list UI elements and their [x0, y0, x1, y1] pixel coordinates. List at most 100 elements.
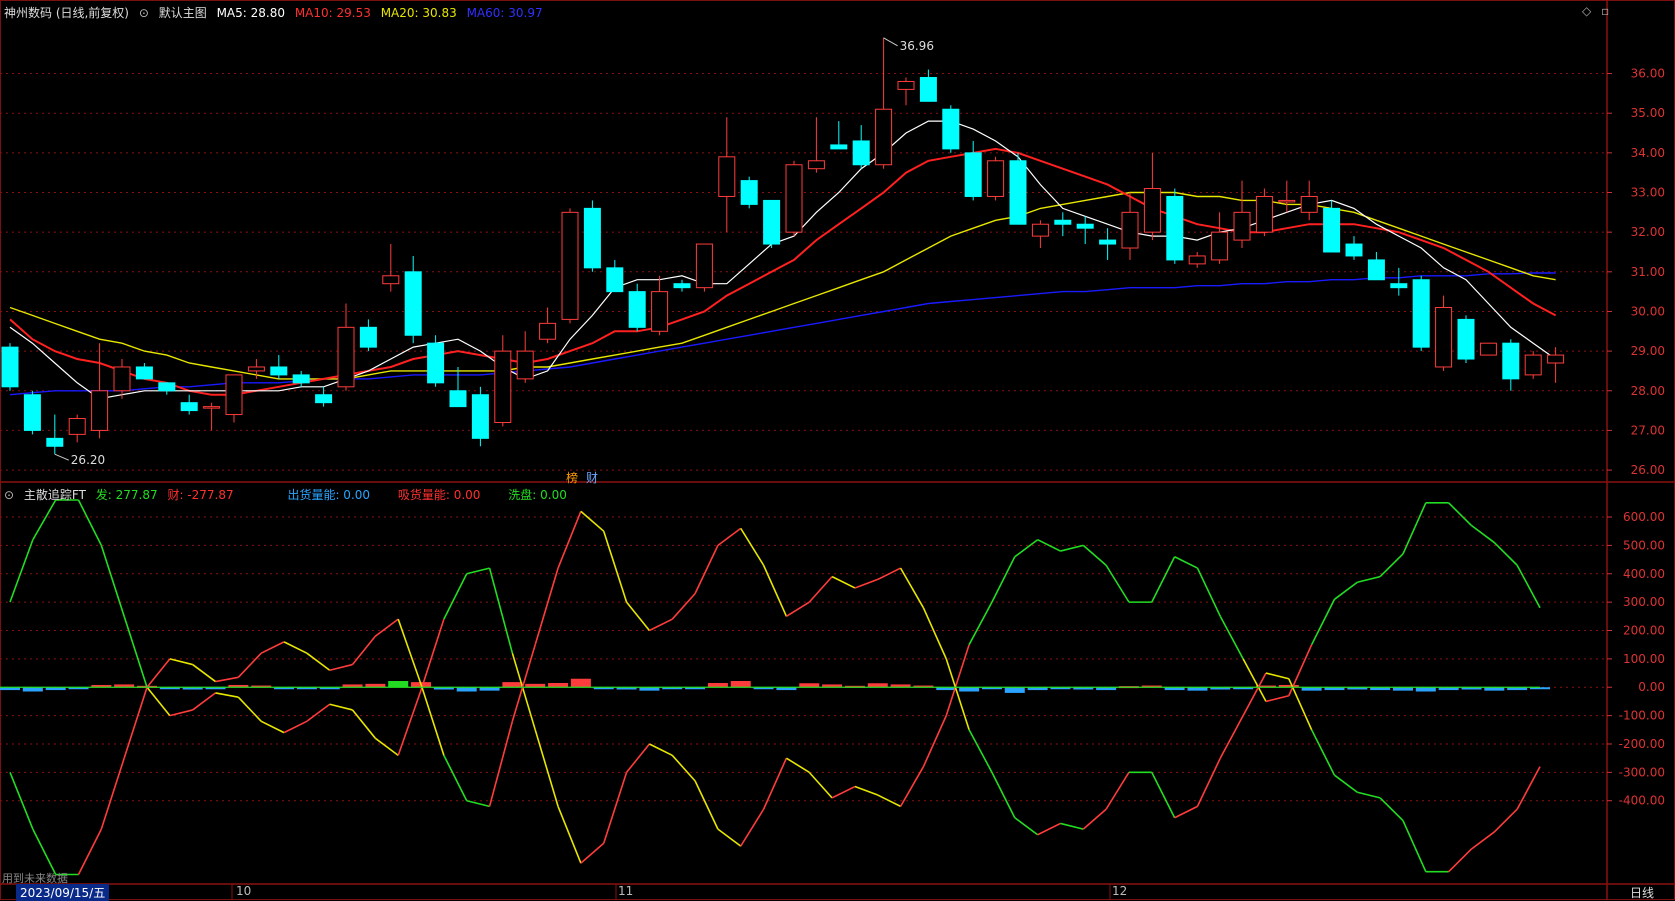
cai-line-segment	[1196, 757, 1222, 807]
indicator-name[interactable]: 主散追踪FT	[24, 488, 86, 502]
fa-line-segment	[1493, 541, 1518, 566]
fa-line-segment	[511, 652, 536, 731]
energy-bar	[730, 681, 751, 688]
candle-body	[1300, 195, 1318, 213]
moving-averages	[9, 120, 1557, 400]
fa-line-segment	[1219, 615, 1244, 660]
cai-value: 财: -277.87	[167, 488, 234, 502]
cai-line-segment	[32, 828, 57, 875]
low-pointer	[54, 453, 69, 461]
candle-body	[606, 267, 624, 293]
fa-line-segment	[945, 644, 970, 716]
candle-body	[1166, 195, 1184, 261]
price-tick-label: 34.00	[1631, 146, 1665, 160]
candle-body	[1367, 259, 1385, 281]
tag-cai[interactable]: 财	[586, 469, 598, 486]
fa-line-segment	[1174, 556, 1198, 569]
price-tick-label: 27.00	[1631, 423, 1665, 437]
candle-body	[449, 390, 467, 408]
cai-line-segment	[557, 511, 582, 569]
tag-bang[interactable]: 榜	[566, 469, 578, 486]
maximize-icon[interactable]: ▫	[1601, 4, 1609, 18]
fa-line-segment	[1310, 598, 1336, 646]
cai-line-segment	[1105, 771, 1130, 810]
cai-line-segment	[351, 635, 376, 666]
candle-body	[180, 402, 198, 412]
candle-body	[1076, 223, 1094, 229]
fa-line-segment	[694, 780, 719, 830]
cai-line-segment	[1379, 797, 1404, 822]
cai-line-segment	[443, 754, 468, 802]
candle-body	[1054, 219, 1072, 225]
fa-line-segment	[1060, 544, 1084, 552]
price-tick-label: 30.00	[1631, 304, 1665, 318]
energy-bar	[22, 687, 43, 692]
stock-title[interactable]: 神州数码 (日线,前复权)	[4, 6, 129, 20]
cai-line-segment	[877, 567, 901, 581]
cai-line-segment	[488, 721, 514, 807]
diamond-icon[interactable]: ◇	[1582, 4, 1591, 18]
candle-body	[1009, 160, 1027, 225]
energy-bar	[1415, 687, 1436, 692]
fa-line-segment	[260, 720, 285, 734]
fa-line-segment	[717, 828, 742, 847]
cai-line-segment	[283, 641, 308, 654]
fa-line-segment	[740, 808, 765, 847]
period-label[interactable]: 日线	[1630, 884, 1654, 901]
chevron-down-icon[interactable]: ⊙	[4, 488, 14, 502]
price-tick-label: 28.00	[1631, 384, 1665, 398]
chevron-down-icon[interactable]: ⊙	[139, 6, 149, 20]
stock-chart[interactable]: 36.00 35.00 34.00 33.00 32.00 31.00 30.00 29.00…	[0, 0, 1675, 900]
candle-body	[1323, 207, 1341, 253]
price-tick-label: 35.00	[1631, 106, 1665, 120]
indicator-tick-label: -300.00	[1619, 765, 1665, 779]
fa-line-segment	[808, 771, 833, 799]
cai-line-segment	[534, 567, 559, 645]
fa-line-segment	[625, 743, 651, 773]
fa-line-segment	[991, 556, 1016, 603]
indicator-lines	[0, 499, 1541, 876]
candle-body	[628, 291, 646, 328]
fa-line-segment	[443, 573, 468, 620]
candle-body	[1412, 279, 1430, 348]
candle-body	[1524, 354, 1542, 376]
candle-body	[1345, 243, 1363, 257]
cai-line-segment	[580, 510, 605, 532]
candle-body	[359, 326, 377, 348]
candle-body	[23, 394, 41, 431]
candle-body	[1099, 239, 1117, 245]
cai-line-segment	[1402, 820, 1427, 872]
window-controls: ◇ ▫	[1582, 4, 1615, 18]
candle-body	[1479, 342, 1497, 356]
cai-line-segment	[146, 658, 171, 688]
fa-line-segment	[649, 743, 673, 757]
fa-line-segment	[32, 499, 57, 541]
cai-line-segment	[1288, 678, 1313, 731]
cai-line-segment	[1333, 774, 1358, 793]
price-tick-label: 26.00	[1631, 463, 1665, 477]
candle-body	[718, 156, 736, 197]
candle-body	[1390, 283, 1408, 289]
price-tick-label: 33.00	[1631, 186, 1665, 200]
volume-energy-bars	[0, 678, 1550, 693]
cai-line-segment	[466, 799, 490, 808]
high-pointer	[883, 37, 898, 47]
cai-line-segment	[785, 601, 810, 617]
axis-month-10: 10	[236, 884, 252, 898]
ma20-label: MA20: 30.83	[380, 6, 457, 20]
xipan-value: 洗盘: 0.00	[508, 488, 567, 502]
cai-line-segment	[123, 686, 148, 759]
candle-body	[1457, 318, 1475, 360]
cai-line-segment	[649, 618, 673, 632]
cai-line-segment	[1448, 848, 1473, 873]
fa-line-segment	[785, 757, 810, 774]
fa-line-segment	[397, 689, 422, 756]
fa-line-segment	[488, 567, 514, 654]
cai-line-segment	[100, 757, 125, 830]
candle-body	[919, 77, 937, 102]
fa-line-segment	[1082, 544, 1107, 566]
main-chart-label[interactable]: 默认主图	[159, 6, 207, 20]
fa-line-segment	[1471, 524, 1495, 544]
candle-body	[1121, 211, 1139, 249]
cai-line-segment	[602, 530, 628, 603]
